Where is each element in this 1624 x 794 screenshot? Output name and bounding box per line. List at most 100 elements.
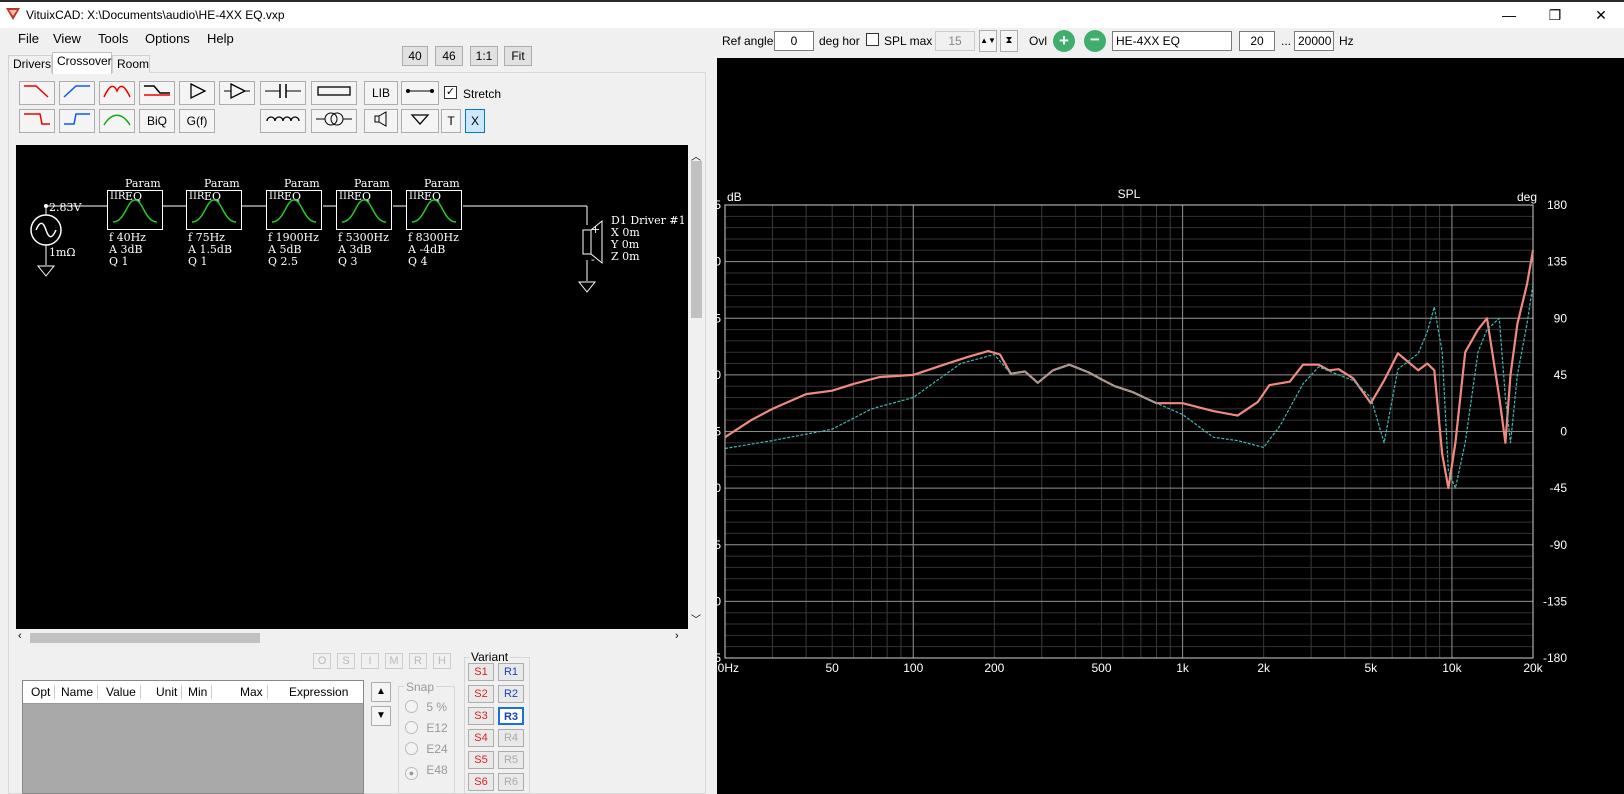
param-eq-block[interactable]: Param EQ IIR f 40Hz A 3dB Q 1 [107,177,177,277]
bandpass-red-button[interactable] [99,81,135,105]
opt-s-button[interactable]: S [337,653,355,669]
library-button[interactable]: LIB [364,81,398,105]
param-eq-block[interactable]: Param EQ IIR f 5300Hz A 3dB Q 3 [336,177,406,277]
freq-min-input[interactable]: 20 [1239,31,1275,51]
highpass-blue-2-button[interactable] [59,109,95,133]
gain-function-button[interactable]: G(f) [179,109,215,133]
schematic-canvas[interactable]: 2.83V 1mΩ Param EQ IIR f 40Hz A 3dB Q 1 … [16,145,688,629]
variant-s-button[interactable]: S1 [468,663,494,681]
menu-file[interactable]: File [18,31,39,46]
menu-help[interactable]: Help [207,31,234,46]
stretch-checkbox[interactable]: ✓ [444,86,457,99]
snap-option[interactable]: E12 [405,721,448,737]
opt-o-button[interactable]: O [313,653,331,669]
col-unit: Unit [156,685,183,699]
scroll-left-icon[interactable]: ‹ [18,630,22,642]
spl-spinner-button[interactable]: ▲▼ [979,30,997,52]
opt-h-button[interactable]: H [433,653,451,669]
remove-overlay-icon[interactable]: − [1084,30,1106,52]
text-button[interactable]: T [441,109,461,133]
zoom-fit-button[interactable]: Fit [504,46,532,66]
add-overlay-icon[interactable]: + [1053,30,1075,52]
param-eq-block[interactable]: Param EQ IIR f 8300Hz A -4dB Q 4 [406,177,476,277]
variant-r-button[interactable]: R2 [498,685,524,703]
variant-s-button[interactable]: S3 [468,707,494,725]
y2-tick-label: -135 [1543,594,1567,608]
tab-drivers[interactable]: Drivers [8,55,52,73]
bandpass-green-button[interactable] [99,109,135,133]
opt-m-button[interactable]: M [385,653,403,669]
zoom-40-button[interactable]: 40 [402,46,428,66]
spl-max-input[interactable]: 15 [935,31,975,51]
opt-i-button[interactable]: I [361,653,379,669]
snap-option[interactable]: 5 % [405,700,447,716]
filter-q: Q 4 [408,255,428,268]
variant-s-button[interactable]: S5 [468,751,494,769]
capacitor-button[interactable] [260,81,306,105]
variant-r-button[interactable]: R5 [498,751,524,769]
shelf-button[interactable] [139,81,175,105]
lowpass-red-button[interactable] [19,81,55,105]
y2-tick-label: -45 [1550,481,1568,495]
parameter-table[interactable]: Opt Name Value Unit Min Max Expression [22,680,364,794]
opt-r-button[interactable]: R [409,653,427,669]
variant-r-button[interactable]: R1 [498,663,524,681]
vertical-scrollbar[interactable]: ︿ ﹀ [688,145,705,629]
spl-max-checkbox[interactable] [866,33,879,46]
minimize-button[interactable]: — [1486,2,1532,28]
menu-tools[interactable]: Tools [98,31,128,46]
menu-view[interactable]: View [53,31,81,46]
speaker-button[interactable] [364,109,398,133]
horizontal-scrollbar[interactable]: ‹ › [16,629,688,646]
lowpass-red-2-button[interactable] [19,109,55,133]
y2-tick-label: 180 [1547,198,1567,212]
transformer-button[interactable] [311,109,357,133]
close-button[interactable]: ✕ [1578,2,1624,28]
wire-button[interactable] [401,81,439,105]
snap-option[interactable]: ● E48 [405,763,448,780]
scroll-down-icon[interactable]: ﹀ [691,611,701,626]
snap-option[interactable]: E24 [405,742,448,758]
variant-r-button[interactable]: R6 [498,773,524,791]
resistor-button[interactable] [311,81,357,105]
delete-button[interactable]: X [465,109,485,133]
y-axis-label: dB [727,190,742,204]
highpass-blue-button[interactable] [59,81,95,105]
driver-1[interactable]: D1 Driver #1 X 0m Y 0m Z 0m [611,215,686,263]
spl-auto-button[interactable]: ⧗ [1000,30,1018,52]
variant-r-button[interactable]: R4 [498,729,524,747]
spl-graph[interactable]: SPLdBdeg151050-5-10-15-20-2518013590450-… [717,58,1624,794]
move-up-button[interactable]: ▲ [371,682,391,702]
overlay-name-input[interactable]: HE-4XX EQ [1112,31,1232,51]
zoom-46-button[interactable]: 46 [435,46,463,66]
biquad-button[interactable]: BiQ [139,109,175,133]
scroll-right-icon[interactable]: › [675,630,679,642]
ref-angle-input[interactable]: 0 [774,31,814,51]
variant-s-button[interactable]: S2 [468,685,494,703]
ground-button[interactable] [401,109,439,133]
maximize-button[interactable]: ❐ [1532,2,1578,28]
variant-s-button[interactable]: S6 [468,773,494,791]
filter-params: f 1900Hz A 5dB Q 2.5 [268,232,319,268]
freq-max-input[interactable]: 20000 [1294,31,1334,51]
snap-option-label: 5 % [426,700,448,714]
param-eq-block[interactable]: Param EQ IIR f 1900Hz A 5dB Q 2.5 [266,177,336,277]
param-eq-block[interactable]: Param EQ IIR f 75Hz A 1.5dB Q 1 [186,177,256,277]
menu-options[interactable]: Options [145,31,190,46]
tab-crossover[interactable]: Crossover [52,52,112,74]
y2-tick-label: 45 [1554,368,1568,382]
buffer-button[interactable] [179,81,215,105]
vertical-scroll-thumb[interactable] [691,161,702,318]
zoom-1-1-button[interactable]: 1:1 [470,46,498,66]
move-down-button[interactable]: ▼ [371,706,391,726]
variant-s-button[interactable]: S4 [468,729,494,747]
opamp-button[interactable] [219,81,255,105]
tab-room[interactable]: Room [112,55,150,73]
col-max: Max [240,685,268,699]
snap-label: Snap [404,680,437,694]
y2-tick-label: -180 [1543,651,1567,665]
variant-r-button[interactable]: R3 [498,707,524,725]
horizontal-scroll-thumb[interactable] [30,633,260,643]
spl-chart: SPLdBdeg151050-5-10-15-20-2518013590450-… [717,187,1568,675]
inductor-button[interactable] [260,109,306,133]
